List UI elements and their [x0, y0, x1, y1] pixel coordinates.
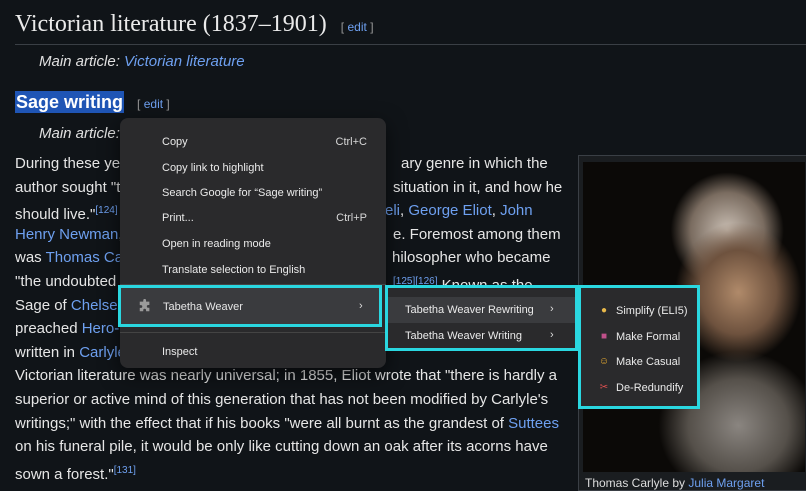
julia-margaret-link[interactable]: Julia Margaret	[688, 476, 764, 490]
child-icon: ●	[600, 305, 608, 316]
context-menu: Copy Ctrl+C Copy link to highlight Search…	[120, 118, 386, 368]
victorian-literature-link[interactable]: Victorian literature	[124, 53, 245, 70]
carlyle-link[interactable]: Carlyle	[79, 344, 126, 361]
thomas-carlyle-link[interactable]: Thomas Ca	[46, 249, 124, 266]
menu-item-writing[interactable]: Tabetha Weaver Writing ›	[388, 323, 575, 349]
hatnote-main-article-2: Main article:	[39, 125, 120, 142]
edit-link-2[interactable]: edit	[144, 97, 163, 111]
hero-link[interactable]: Hero-	[82, 320, 120, 337]
section-edit: [ edit ]	[340, 20, 374, 34]
menu-item-search-google[interactable]: Search Google for “Sage writing”	[120, 182, 386, 204]
george-eliot-link[interactable]: George Eliot	[408, 202, 491, 219]
suttees-link[interactable]: Suttees	[508, 415, 559, 432]
subsection-edit: [ edit ]	[137, 97, 170, 111]
menu-item-print[interactable]: Print... Ctrl+P	[120, 207, 386, 229]
section-title: Victorian literature (1837–1901)	[15, 11, 327, 37]
menu-item-copy-link-highlight[interactable]: Copy link to highlight	[120, 157, 386, 179]
rewriting-submenu: ● Simplify (ELI5) ■ Make Formal ☺ Make C…	[578, 285, 700, 409]
chevron-right-icon: ›	[550, 303, 554, 315]
menu-item-translate[interactable]: Translate selection to English	[120, 259, 386, 281]
chevron-right-icon: ›	[359, 300, 363, 312]
menu-item-copy[interactable]: Copy Ctrl+C	[120, 131, 386, 153]
selected-text[interactable]: Sage writing	[15, 91, 125, 113]
tabetha-weaver-submenu: Tabetha Weaver Rewriting › Tabetha Weave…	[385, 285, 578, 351]
menu-item-make-casual[interactable]: ☺ Make Casual	[581, 350, 697, 375]
menu-item-inspect[interactable]: Inspect	[120, 341, 386, 363]
hatnote-main-article: Main article: Victorian literature	[39, 53, 245, 70]
chelsea-link[interactable]: Chelse	[71, 297, 118, 314]
subsection-heading: Sage writing [ edit ]	[15, 91, 170, 113]
menu-item-de-redundify[interactable]: ✂ De-Redundify	[581, 376, 697, 401]
henry-newman-link[interactable]: Henry Newman	[15, 226, 118, 243]
menu-separator	[120, 332, 386, 333]
edit-link[interactable]: edit	[347, 20, 366, 34]
ref-131[interactable]: [131]	[114, 465, 136, 476]
menu-item-simplify[interactable]: ● Simplify (ELI5)	[581, 299, 697, 324]
ref-124[interactable]: [124]	[95, 205, 117, 216]
image-caption: Thomas Carlyle by Julia Margaret	[585, 476, 765, 490]
menu-item-rewriting[interactable]: Tabetha Weaver Rewriting ›	[388, 297, 575, 323]
menu-item-reading-mode[interactable]: Open in reading mode	[120, 233, 386, 255]
briefcase-icon: ■	[600, 331, 608, 342]
chevron-right-icon: ›	[550, 329, 554, 341]
section-heading: Victorian literature (1837–1901) [ edit …	[15, 11, 374, 38]
menu-item-tabetha-weaver[interactable]: Tabetha Weaver ›	[118, 285, 382, 327]
menu-item-make-formal[interactable]: ■ Make Formal	[581, 325, 697, 350]
smile-icon: ☺	[598, 356, 610, 367]
heading-divider	[15, 44, 806, 45]
john-link[interactable]: John	[500, 202, 533, 219]
scissors-icon: ✂	[599, 382, 609, 393]
puzzle-icon	[139, 299, 150, 312]
